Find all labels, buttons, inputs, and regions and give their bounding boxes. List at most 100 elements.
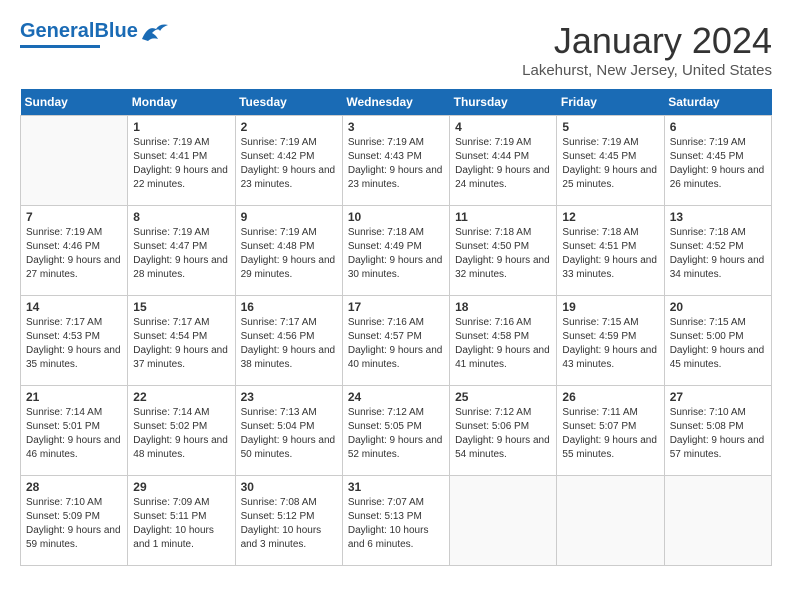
day-number: 12 — [562, 210, 658, 224]
day-info: Sunrise: 7:11 AM Sunset: 5:07 PM Dayligh… — [562, 406, 658, 462]
day-number: 28 — [26, 480, 122, 494]
calendar-cell: 14 Sunrise: 7:17 AM Sunset: 4:53 PM Dayli… — [21, 296, 128, 386]
calendar-week-row: 14 Sunrise: 7:17 AM Sunset: 4:53 PM Dayli… — [21, 296, 772, 386]
day-info: Sunrise: 7:07 AM Sunset: 5:13 PM Dayligh… — [348, 496, 444, 552]
calendar-cell: 22Sunrise: 7:14 AM Sunset: 5:02 PM Dayli… — [128, 386, 235, 476]
day-info: Sunrise: 7:18 AM Sunset: 4:49 PM Dayligh… — [348, 226, 444, 282]
day-info: Sunrise: 7:16 AM Sunset: 4:58 PM Dayligh… — [455, 316, 551, 372]
calendar-cell: 24 Sunrise: 7:12 AM Sunset: 5:05 PM Dayli… — [342, 386, 449, 476]
day-number: 17 — [348, 300, 444, 314]
day-info: Sunrise: 7:14 AM Sunset: 5:02 PM Dayligh… — [133, 406, 229, 462]
page-header: GeneralBlue January 2024 Lakehurst, New … — [20, 20, 772, 79]
day-info: Sunrise: 7:13 AM Sunset: 5:04 PM Dayligh… — [241, 406, 337, 462]
calendar-cell: 12 Sunrise: 7:18 AM Sunset: 4:51 PM Dayli… — [557, 206, 664, 296]
day-number: 21 — [26, 390, 122, 404]
calendar-cell: 6 Sunrise: 7:19 AM Sunset: 4:45 PM Daylig… — [664, 116, 771, 206]
day-number: 30 — [241, 480, 337, 494]
day-number: 13 — [670, 210, 766, 224]
calendar-cell — [21, 116, 128, 206]
calendar-cell: 30 Sunrise: 7:08 AM Sunset: 5:12 PM Dayli… — [235, 476, 342, 566]
location-title: Lakehurst, New Jersey, United States — [522, 62, 772, 79]
month-title: January 2024 — [522, 20, 772, 62]
calendar-cell: 23 Sunrise: 7:13 AM Sunset: 5:04 PM Dayli… — [235, 386, 342, 476]
calendar-cell: 31Sunrise: 7:07 AM Sunset: 5:13 PM Dayli… — [342, 476, 449, 566]
day-info: Sunrise: 7:15 AM Sunset: 4:59 PM Dayligh… — [562, 316, 658, 372]
calendar-cell: 27Sunrise: 7:10 AM Sunset: 5:08 PM Dayli… — [664, 386, 771, 476]
day-number: 4 — [455, 120, 551, 134]
day-info: Sunrise: 7:15 AM Sunset: 5:00 PM Dayligh… — [670, 316, 766, 372]
calendar-week-row: 28 Sunrise: 7:10 AM Sunset: 5:09 PM Dayli… — [21, 476, 772, 566]
day-info: Sunrise: 7:18 AM Sunset: 4:50 PM Dayligh… — [455, 226, 551, 282]
weekday-header-saturday: Saturday — [664, 89, 771, 116]
day-number: 14 — [26, 300, 122, 314]
day-info: Sunrise: 7:19 AM Sunset: 4:47 PM Dayligh… — [133, 226, 229, 282]
day-number: 6 — [670, 120, 766, 134]
day-info: Sunrise: 7:12 AM Sunset: 5:05 PM Dayligh… — [348, 406, 444, 462]
calendar-cell: 18 Sunrise: 7:16 AM Sunset: 4:58 PM Dayli… — [450, 296, 557, 386]
weekday-header-wednesday: Wednesday — [342, 89, 449, 116]
day-info: Sunrise: 7:14 AM Sunset: 5:01 PM Dayligh… — [26, 406, 122, 462]
title-area: January 2024 Lakehurst, New Jersey, Unit… — [522, 20, 772, 79]
day-number: 1 — [133, 120, 229, 134]
calendar-table: SundayMondayTuesdayWednesdayThursdayFrid… — [20, 89, 772, 566]
calendar-cell: 3 Sunrise: 7:19 AM Sunset: 4:43 PM Daylig… — [342, 116, 449, 206]
day-info: Sunrise: 7:19 AM Sunset: 4:45 PM Dayligh… — [670, 136, 766, 192]
day-number: 5 — [562, 120, 658, 134]
logo-text: GeneralBlue — [20, 20, 138, 43]
calendar-week-row: 21 Sunrise: 7:14 AM Sunset: 5:01 PM Dayli… — [21, 386, 772, 476]
weekday-header-row: SundayMondayTuesdayWednesdayThursdayFrid… — [21, 89, 772, 116]
day-info: Sunrise: 7:19 AM Sunset: 4:46 PM Dayligh… — [26, 226, 122, 282]
calendar-week-row: 1 Sunrise: 7:19 AM Sunset: 4:41 PM Daylig… — [21, 116, 772, 206]
calendar-cell: 4Sunrise: 7:19 AM Sunset: 4:44 PM Daylig… — [450, 116, 557, 206]
calendar-cell: 10Sunrise: 7:18 AM Sunset: 4:49 PM Dayli… — [342, 206, 449, 296]
day-info: Sunrise: 7:17 AM Sunset: 4:54 PM Dayligh… — [133, 316, 229, 372]
day-number: 29 — [133, 480, 229, 494]
calendar-cell: 29Sunrise: 7:09 AM Sunset: 5:11 PM Dayli… — [128, 476, 235, 566]
day-number: 23 — [241, 390, 337, 404]
day-number: 24 — [348, 390, 444, 404]
calendar-cell: 1 Sunrise: 7:19 AM Sunset: 4:41 PM Daylig… — [128, 116, 235, 206]
day-number: 9 — [241, 210, 337, 224]
day-info: Sunrise: 7:19 AM Sunset: 4:41 PM Dayligh… — [133, 136, 229, 192]
day-info: Sunrise: 7:19 AM Sunset: 4:43 PM Dayligh… — [348, 136, 444, 192]
calendar-cell: 11 Sunrise: 7:18 AM Sunset: 4:50 PM Dayli… — [450, 206, 557, 296]
weekday-header-tuesday: Tuesday — [235, 89, 342, 116]
calendar-cell: 25Sunrise: 7:12 AM Sunset: 5:06 PM Dayli… — [450, 386, 557, 476]
calendar-cell — [664, 476, 771, 566]
calendar-week-row: 7Sunrise: 7:19 AM Sunset: 4:46 PM Daylig… — [21, 206, 772, 296]
day-number: 2 — [241, 120, 337, 134]
day-number: 8 — [133, 210, 229, 224]
day-number: 25 — [455, 390, 551, 404]
calendar-cell: 15 Sunrise: 7:17 AM Sunset: 4:54 PM Dayli… — [128, 296, 235, 386]
day-info: Sunrise: 7:16 AM Sunset: 4:57 PM Dayligh… — [348, 316, 444, 372]
calendar-cell: 5Sunrise: 7:19 AM Sunset: 4:45 PM Daylig… — [557, 116, 664, 206]
logo-bird-icon — [140, 21, 170, 43]
day-number: 15 — [133, 300, 229, 314]
day-number: 16 — [241, 300, 337, 314]
day-info: Sunrise: 7:18 AM Sunset: 4:51 PM Dayligh… — [562, 226, 658, 282]
day-info: Sunrise: 7:10 AM Sunset: 5:08 PM Dayligh… — [670, 406, 766, 462]
calendar-cell: 2 Sunrise: 7:19 AM Sunset: 4:42 PM Daylig… — [235, 116, 342, 206]
day-info: Sunrise: 7:10 AM Sunset: 5:09 PM Dayligh… — [26, 496, 122, 552]
calendar-cell: 20Sunrise: 7:15 AM Sunset: 5:00 PM Dayli… — [664, 296, 771, 386]
day-info: Sunrise: 7:08 AM Sunset: 5:12 PM Dayligh… — [241, 496, 337, 552]
day-info: Sunrise: 7:18 AM Sunset: 4:52 PM Dayligh… — [670, 226, 766, 282]
day-number: 3 — [348, 120, 444, 134]
day-info: Sunrise: 7:19 AM Sunset: 4:48 PM Dayligh… — [241, 226, 337, 282]
calendar-cell: 28 Sunrise: 7:10 AM Sunset: 5:09 PM Dayli… — [21, 476, 128, 566]
calendar-cell — [450, 476, 557, 566]
calendar-cell: 17 Sunrise: 7:16 AM Sunset: 4:57 PM Dayli… — [342, 296, 449, 386]
day-info: Sunrise: 7:19 AM Sunset: 4:42 PM Dayligh… — [241, 136, 337, 192]
day-info: Sunrise: 7:17 AM Sunset: 4:53 PM Dayligh… — [26, 316, 122, 372]
calendar-cell: 9 Sunrise: 7:19 AM Sunset: 4:48 PM Daylig… — [235, 206, 342, 296]
calendar-cell: 8 Sunrise: 7:19 AM Sunset: 4:47 PM Daylig… — [128, 206, 235, 296]
day-number: 11 — [455, 210, 551, 224]
calendar-cell: 26Sunrise: 7:11 AM Sunset: 5:07 PM Dayli… — [557, 386, 664, 476]
logo: GeneralBlue — [20, 20, 170, 48]
calendar-cell — [557, 476, 664, 566]
calendar-cell: 16Sunrise: 7:17 AM Sunset: 4:56 PM Dayli… — [235, 296, 342, 386]
calendar-cell: 19 Sunrise: 7:15 AM Sunset: 4:59 PM Dayli… — [557, 296, 664, 386]
day-number: 19 — [562, 300, 658, 314]
day-number: 18 — [455, 300, 551, 314]
calendar-cell: 7Sunrise: 7:19 AM Sunset: 4:46 PM Daylig… — [21, 206, 128, 296]
